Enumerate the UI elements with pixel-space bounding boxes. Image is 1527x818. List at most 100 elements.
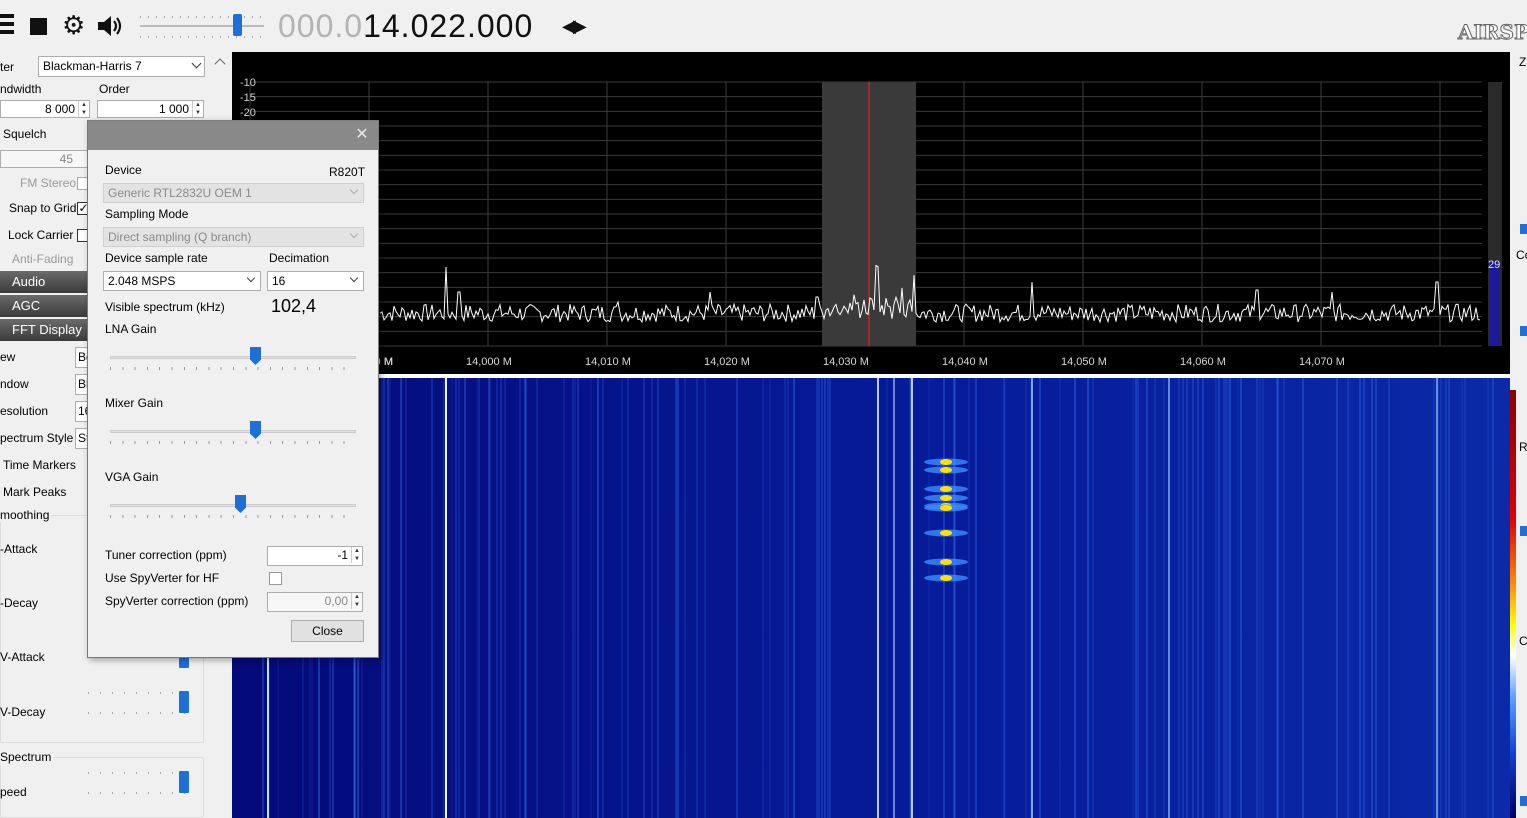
sample-rate-select[interactable]: 2.048 MSPS (103, 271, 261, 291)
time-markers-label: Time Markers (3, 458, 76, 472)
mixer-gain-slider[interactable] (110, 421, 356, 447)
waterfall-signal-peak (940, 530, 952, 536)
spyverter-correction-input[interactable]: 0,00 ▲ ▼ (267, 592, 363, 612)
stop-icon[interactable] (30, 18, 47, 35)
w-attack-label: V-Attack (0, 650, 45, 664)
order-label: Order (99, 82, 130, 96)
scroll-up-icon[interactable] (214, 58, 226, 70)
speed-slider-thumb[interactable] (179, 771, 189, 793)
bandwidth-value: 8 000 (44, 102, 75, 116)
section-agc[interactable]: AGC (0, 295, 88, 317)
squelch-input[interactable]: 45 (0, 150, 88, 168)
lna-gain-slider[interactable] (110, 347, 356, 373)
level-value: 29 (1488, 259, 1500, 271)
waterfall-signal-peak (940, 459, 952, 465)
right-slider-thumb[interactable] (1520, 526, 1527, 536)
waterfall-signal-peak (940, 495, 952, 501)
spyverter-correction-value: 0,00 (324, 594, 348, 608)
x-tick-label: 14,040 M (942, 356, 988, 368)
spin-arrows-icon[interactable]: ▲ ▼ (78, 101, 89, 117)
vga-gain-slider[interactable] (110, 495, 356, 521)
spectrum-plot[interactable]: -10-15-20 M13,990 M14,000 M14,010 M14,02… (232, 52, 1510, 374)
x-tick-label: 14,010 M (585, 356, 631, 368)
section-fft-display-label: FFT Display (12, 322, 82, 337)
filter-label: ter (0, 60, 15, 74)
volume-slider[interactable] (140, 14, 264, 40)
right-slider-thumb[interactable] (1520, 326, 1527, 336)
lna-gain-slider-thumb[interactable] (250, 347, 261, 365)
waterfall-signal-peak (940, 559, 952, 565)
visible-spectrum-label: Visible spectrum (kHz) (105, 300, 225, 314)
spin-arrows-icon[interactable]: ▲ ▼ (351, 547, 362, 563)
bandwidth-label: ndwidth (0, 82, 42, 96)
chevron-down-icon (246, 273, 256, 283)
chevron-down-icon (349, 229, 359, 239)
w-decay-slider[interactable] (88, 690, 190, 718)
waterfall-color-scale (1510, 390, 1516, 818)
vga-gain-slider-thumb[interactable] (235, 495, 246, 513)
speed-slider[interactable] (88, 770, 190, 798)
chevron-down-icon (349, 273, 359, 283)
snap-to-grid-label: Snap to Grid (9, 201, 77, 215)
right-label-3: R (1519, 440, 1527, 454)
x-tick-label: 14,030 M (823, 356, 869, 368)
order-input[interactable]: 1 000 ▲ ▼ (97, 100, 204, 118)
speed-label: peed (0, 785, 27, 799)
right-slider-thumb[interactable] (1520, 796, 1527, 806)
x-tick-label: 14,060 M (1180, 356, 1226, 368)
frequency-digits[interactable]: 14.022.000 (363, 8, 533, 44)
filter-select[interactable]: Blackman-Harris 7 (38, 56, 205, 77)
vga-gain-label: VGA Gain (105, 470, 159, 484)
bandwidth-input[interactable]: 8 000 ▲ ▼ (0, 100, 90, 118)
lock-carrier-label: Lock Carrier (8, 228, 74, 242)
tuner-correction-label: Tuner correction (ppm) (105, 548, 227, 562)
w-decay-slider-thumb[interactable] (179, 691, 189, 713)
volume-slider-thumb[interactable] (233, 14, 242, 36)
right-slider-thumb[interactable] (1520, 224, 1527, 234)
spin-arrows-icon[interactable]: ▲ ▼ (351, 593, 362, 609)
mixer-gain-label: Mixer Gain (105, 396, 164, 410)
speaker-icon[interactable] (96, 14, 124, 38)
squelch-label: Squelch (3, 127, 47, 141)
spectrum-analyzer[interactable]: -10-15-20 M13,990 M14,000 M14,010 M14,02… (232, 52, 1510, 818)
toolbar: ⚙ 000.014.022.000 ◀▶ AIRSPY (0, 0, 1527, 52)
close-icon[interactable]: ✕ (354, 127, 370, 143)
x-tick-label: 14,050 M (1061, 356, 1107, 368)
gear-icon[interactable]: ⚙ (62, 12, 86, 38)
level-bar-fill (1490, 262, 1500, 346)
w-decay-label: V-Decay (0, 705, 46, 719)
fft-window-label: ndow (0, 377, 29, 391)
decimation-value: 16 (272, 274, 286, 288)
tuner-correction-input[interactable]: -1 ▲ ▼ (267, 546, 363, 566)
waterfall-signal-peak (940, 467, 952, 473)
section-agc-label: AGC (12, 298, 41, 313)
sampling-mode-value: Direct sampling (Q branch) (108, 230, 252, 244)
s-decay-label: -Decay (0, 596, 39, 610)
section-fft-display[interactable]: FFT Display (0, 319, 88, 341)
chevron-down-icon (191, 58, 202, 69)
chevron-down-icon (349, 185, 359, 195)
smoothing-label: moothing (0, 508, 53, 522)
menu-icon[interactable] (0, 13, 14, 35)
decimation-select[interactable]: 16 (267, 271, 364, 291)
close-button[interactable]: Close (291, 620, 364, 642)
spyverter-hf-label: Use SpyVerter for HF (105, 571, 220, 585)
sampling-mode-select[interactable]: Direct sampling (Q branch) (103, 227, 364, 247)
right-label-4: C (1519, 634, 1527, 648)
s-attack-label: -Attack (0, 542, 38, 556)
frequency-display[interactable]: 000.014.022.000 (278, 6, 533, 46)
spyverter-hf-checkbox[interactable] (269, 572, 282, 585)
frequency-leading-digits[interactable]: 000.0 (278, 8, 363, 44)
waterfall-signal-peak (940, 486, 952, 492)
spin-arrows-icon[interactable]: ▲ ▼ (192, 101, 203, 117)
tune-arrows-icon[interactable]: ◀▶ (562, 16, 587, 37)
x-tick-label: 14,020 M (704, 356, 750, 368)
waterfall-signal-peak (940, 575, 952, 581)
dialog-titlebar[interactable]: ✕ (88, 121, 378, 150)
tuner-correction-value: -1 (337, 548, 348, 562)
mark-peaks-label: Mark Peaks (3, 485, 67, 499)
waterfall-plot[interactable] (232, 378, 1510, 818)
section-audio[interactable]: Audio (0, 271, 88, 293)
device-select[interactable]: Generic RTL2832U OEM 1 (103, 183, 364, 203)
mixer-gain-slider-thumb[interactable] (250, 421, 261, 439)
